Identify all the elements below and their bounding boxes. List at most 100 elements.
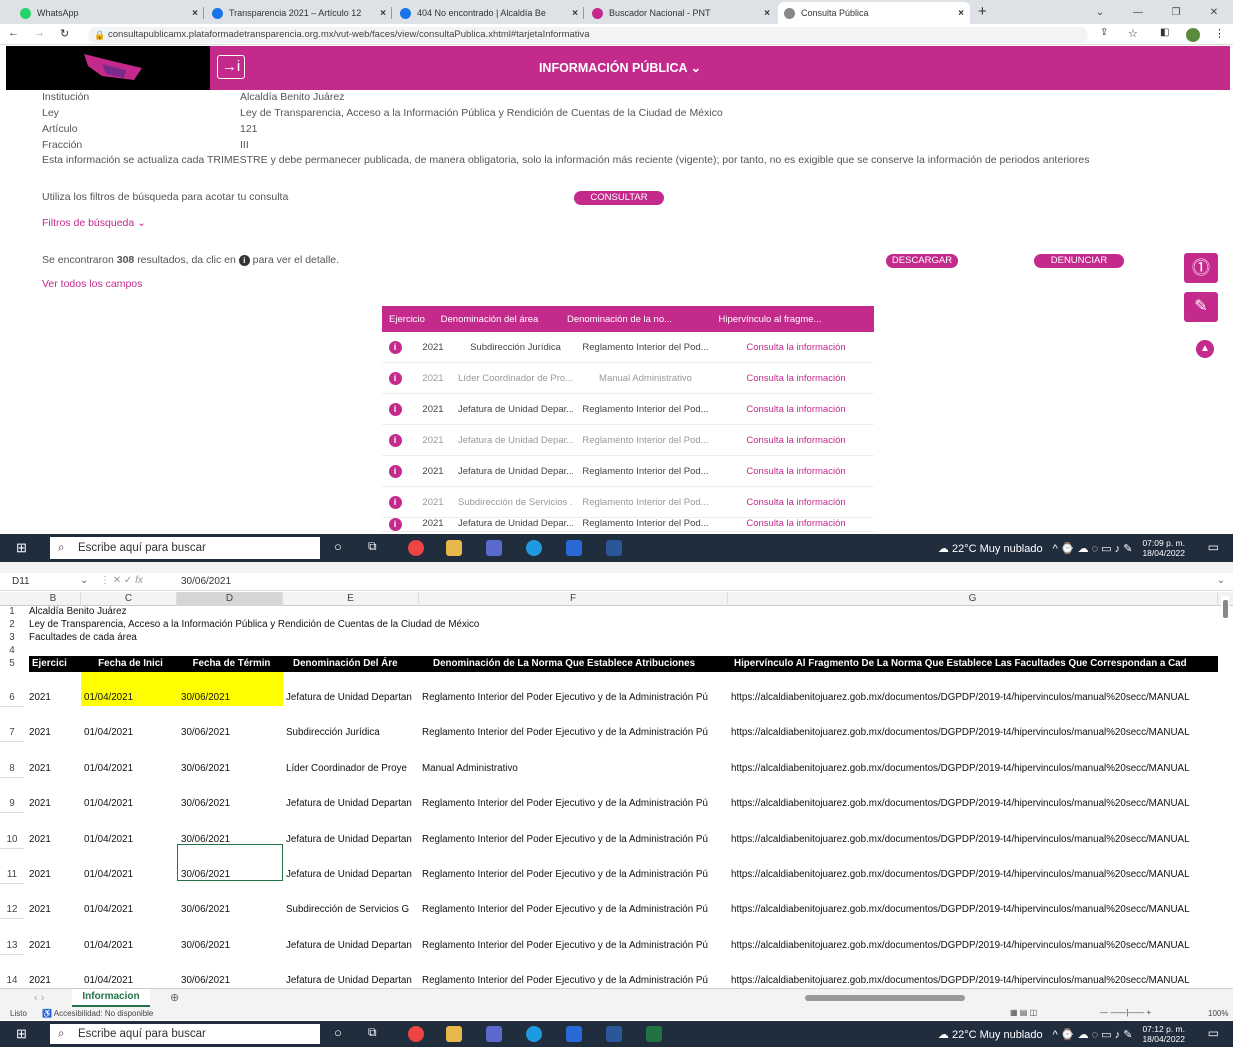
close-icon[interactable]: × <box>764 8 770 19</box>
cell[interactable]: https://alcaldiabenitojuarez.gob.mx/docu… <box>731 763 1217 774</box>
cell[interactable]: 01/04/2021 <box>84 975 177 986</box>
windows-start-icon[interactable]: ⊞ <box>16 1026 27 1042</box>
consult-link[interactable]: Consulta la información <box>718 342 874 353</box>
col-header[interactable]: F <box>419 592 728 606</box>
cell[interactable]: 30/06/2021 <box>181 727 283 738</box>
cell[interactable]: Jefatura de Unidad Departan <box>286 834 419 845</box>
consult-link[interactable]: Consulta la información <box>718 497 874 508</box>
column-header[interactable]: Hipervínculo al fragme... <box>692 314 848 325</box>
cell[interactable]: 2021 <box>29 904 81 915</box>
cell[interactable]: 01/04/2021 <box>84 904 177 915</box>
cell-header[interactable]: Denominación de La Norma Que Establece A… <box>419 656 728 672</box>
back-icon[interactable]: ← <box>8 27 19 39</box>
close-icon[interactable]: × <box>380 8 386 19</box>
cell[interactable]: Manual Administrativo <box>422 763 728 774</box>
cell[interactable]: 2021 <box>29 975 81 986</box>
cell[interactable]: 2021 <box>29 940 81 951</box>
cell[interactable]: 2021 <box>29 692 81 703</box>
tray-icons[interactable]: ^ ⌚ ☁ ◌ ▭ ♪ ✎ <box>1053 542 1133 555</box>
menu-icon[interactable]: ⋮ <box>1214 27 1225 40</box>
zoom-level[interactable]: 100% <box>1208 1009 1228 1018</box>
col-header[interactable]: C <box>81 592 177 606</box>
cell[interactable]: 2021 <box>29 798 81 809</box>
notification-icon[interactable]: ▭ <box>1208 1026 1219 1040</box>
accessibility-status[interactable]: ♿ Accesibilidad: No disponible <box>42 1009 153 1018</box>
chrome-icon[interactable] <box>408 540 424 556</box>
new-tab-icon[interactable]: + <box>978 3 987 20</box>
page-title[interactable]: INFORMACIÓN PÚBLICA ⌄ <box>500 46 740 90</box>
zoom-slider[interactable]: — ——|—— + <box>1100 1008 1151 1017</box>
file-explorer-icon[interactable] <box>446 1026 462 1042</box>
cell[interactable]: 01/04/2021 <box>84 763 177 774</box>
cell[interactable]: Reglamento Interior del Poder Ejecutivo … <box>422 692 728 703</box>
cell[interactable]: 2021 <box>29 727 81 738</box>
weather-status[interactable]: ☁ 22°C Muy nublado <box>938 1028 1043 1041</box>
expand-icon[interactable]: ⌄ <box>1217 575 1225 586</box>
cell-header[interactable]: Fecha de Términ <box>177 656 283 672</box>
cell[interactable]: Jefatura de Unidad Departan <box>286 940 419 951</box>
scrollbar-thumb[interactable] <box>1222 600 1228 618</box>
cortana-icon[interactable]: ○ <box>334 1025 342 1040</box>
consult-button[interactable]: CONSULTAR <box>574 191 664 205</box>
url-input[interactable]: 🔒 consultapublicamx.plataformadetranspare… <box>88 27 1088 43</box>
close-icon[interactable]: × <box>572 8 578 19</box>
info-icon[interactable]: i <box>388 402 402 416</box>
cell[interactable]: 30/06/2021 <box>181 940 283 951</box>
file-explorer-icon[interactable] <box>446 540 462 556</box>
cell[interactable]: https://alcaldiabenitojuarez.gob.mx/docu… <box>731 904 1217 915</box>
all-fields-link[interactable]: Ver todos los campos <box>42 278 142 290</box>
restore-icon[interactable]: ❐ <box>1157 7 1195 18</box>
cell[interactable]: Jefatura de Unidad Departan <box>286 869 419 880</box>
column-header[interactable]: Ejercicio <box>382 314 432 325</box>
cell[interactable]: Reglamento Interior del Poder Ejecutivo … <box>422 940 728 951</box>
taskbar-search[interactable]: ⌕ Escribe aquí para buscar <box>50 1024 320 1044</box>
teams-icon[interactable] <box>486 1026 502 1042</box>
info-icon[interactable]: i <box>388 495 402 509</box>
cell[interactable]: 01/04/2021 <box>84 798 177 809</box>
cell[interactable]: Subdirección de Servicios G <box>286 904 419 915</box>
cell[interactable]: 30/06/2021 <box>181 975 283 986</box>
cell[interactable]: Reglamento Interior del Poder Ejecutivo … <box>422 975 728 986</box>
excel-icon[interactable] <box>646 1026 662 1042</box>
cell[interactable]: https://alcaldiabenitojuarez.gob.mx/docu… <box>731 975 1217 986</box>
wrench-icon[interactable]: ✎ <box>1184 292 1218 322</box>
cell[interactable]: Facultades de cada área <box>29 632 137 643</box>
cell[interactable]: Jefatura de Unidad Departan <box>286 692 419 703</box>
info-icon[interactable]: i <box>388 371 402 385</box>
teams-icon[interactable] <box>486 540 502 556</box>
minimize-icon[interactable]: — <box>1119 7 1157 18</box>
cell[interactable]: Reglamento Interior del Poder Ejecutivo … <box>422 834 728 845</box>
cell[interactable]: Alcaldía Benito Juárez <box>29 606 126 617</box>
info-icon[interactable]: i <box>388 340 402 354</box>
cell[interactable]: Jefatura de Unidad Departan <box>286 798 419 809</box>
formula-input[interactable]: 30/06/2021 <box>181 576 231 587</box>
weather-status[interactable]: ☁ 22°C Muy nublado <box>938 542 1043 555</box>
cell[interactable]: Reglamento Interior del Poder Ejecutivo … <box>422 798 728 809</box>
column-header[interactable]: Denominación de la no... <box>547 314 692 325</box>
consult-link[interactable]: Consulta la información <box>718 373 874 384</box>
cell[interactable]: Subdirección Jurídica <box>286 727 419 738</box>
col-header[interactable]: D <box>177 592 283 606</box>
sheet-nav-icons[interactable]: ‹ › <box>34 992 44 1004</box>
sheet-tab[interactable]: Informacion <box>72 989 150 1007</box>
cell[interactable]: 30/06/2021 <box>181 798 283 809</box>
cell[interactable]: Líder Coordinador de Proye <box>286 763 419 774</box>
cell[interactable]: https://alcaldiabenitojuarez.gob.mx/docu… <box>731 692 1217 703</box>
info-access-icon[interactable]: →i <box>217 55 245 79</box>
vertical-scrollbar[interactable] <box>1221 596 1229 988</box>
reload-icon[interactable]: ↻ <box>60 27 69 40</box>
view-buttons[interactable]: ▦ ▤ ◫ <box>1010 1008 1037 1017</box>
tab-transparencia[interactable]: Transparencia 2021 – Artículo 12 × <box>206 2 392 24</box>
cell[interactable]: Reglamento Interior del Poder Ejecutivo … <box>422 904 728 915</box>
app-icon[interactable] <box>566 1026 582 1042</box>
info-icon[interactable]: i <box>388 433 402 447</box>
cell[interactable]: 01/04/2021 <box>84 692 177 703</box>
col-header[interactable]: G <box>728 592 1218 606</box>
cell[interactable]: https://alcaldiabenitojuarez.gob.mx/docu… <box>731 869 1217 880</box>
report-button[interactable]: DENUNCIAR <box>1034 254 1124 268</box>
cell[interactable]: 2021 <box>29 834 81 845</box>
tab-404[interactable]: 404 No encontrado | Alcaldía Be × <box>394 2 584 24</box>
cell[interactable]: 30/06/2021 <box>181 763 283 774</box>
clock[interactable]: 07:09 p. m. 18/04/2022 <box>1142 538 1185 558</box>
taskbar-search[interactable]: ⌕ Escribe aquí para buscar <box>50 537 320 559</box>
